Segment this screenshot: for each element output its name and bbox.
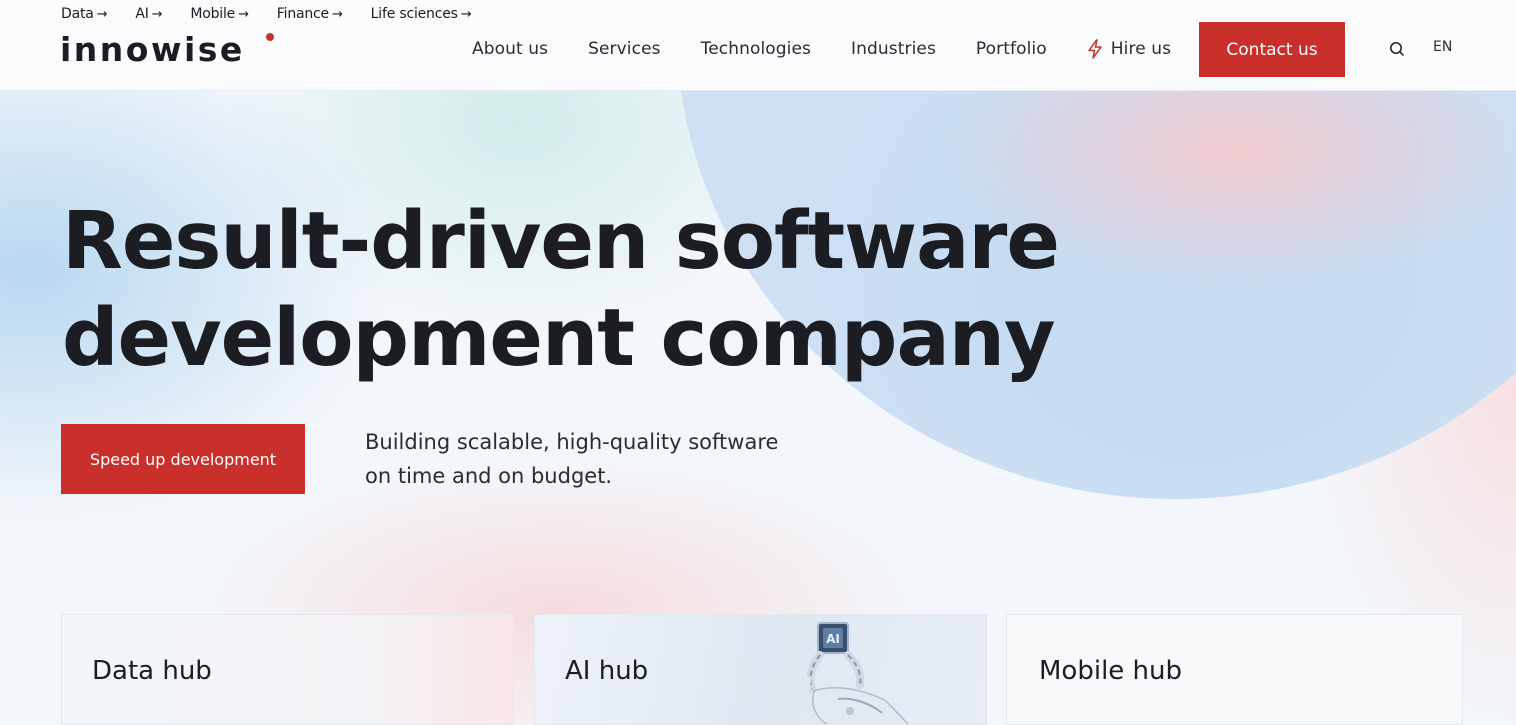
nav-industries[interactable]: Industries [851, 39, 936, 59]
arrow-right-icon: → [96, 6, 108, 22]
quick-link-label: Life sciences [370, 6, 458, 22]
quick-link-label: AI [135, 6, 149, 22]
nav-about-us[interactable]: About us [472, 39, 548, 59]
hero-subtitle: Building scalable, high-quality software… [365, 425, 835, 493]
quick-links: Data → AI → Mobile → Finance → Life scie… [61, 5, 499, 23]
mobile-hub-card[interactable]: Mobile hub [1006, 614, 1463, 725]
arrow-right-icon: → [238, 6, 249, 22]
speed-up-development-button[interactable]: Speed up development [61, 424, 305, 494]
arrow-right-icon: → [331, 6, 343, 22]
ai-hub-card[interactable]: AI hub AI [534, 614, 987, 725]
arrow-right-icon: → [151, 6, 163, 22]
nav-services[interactable]: Services [588, 39, 661, 59]
card-title: AI hub [565, 656, 649, 686]
search-icon [1390, 42, 1404, 56]
lightning-icon [1088, 39, 1102, 59]
hero-subtitle-line2: on time and on budget. [365, 464, 613, 488]
main-nav: About us Services Technologies Industrie… [472, 37, 1211, 61]
robot-hand-image: AI [799, 622, 910, 724]
nav-portfolio[interactable]: Portfolio [976, 39, 1047, 59]
quick-link-data[interactable]: Data → [61, 5, 108, 23]
quick-link-label: Data [61, 6, 94, 22]
language-switcher[interactable]: EN [1433, 39, 1452, 55]
site-header: Data → AI → Mobile → Finance → Life scie… [0, 0, 1516, 91]
card-title: Mobile hub [1039, 656, 1183, 686]
quick-link-label: Finance [276, 6, 329, 22]
hero-title: Result-driven software development compa… [62, 193, 1062, 387]
nav-technologies[interactable]: Technologies [701, 39, 811, 59]
quick-link-finance[interactable]: Finance → [277, 5, 343, 23]
quick-link-label: Mobile [190, 6, 236, 22]
data-hub-card[interactable]: Data hub [61, 614, 514, 725]
arrow-right-icon: → [460, 6, 472, 22]
nav-hire-us[interactable]: Hire us [1087, 39, 1171, 59]
hero-section: Result-driven software development compa… [0, 91, 1516, 725]
quick-link-ai[interactable]: AI → [135, 5, 162, 23]
quick-link-life-sciences[interactable]: Life sciences → [371, 5, 472, 23]
logo-dot [266, 33, 274, 41]
search-button[interactable] [1386, 38, 1408, 60]
quick-link-mobile[interactable]: Mobile → [190, 5, 249, 23]
hero-title-line1: Result-driven software [62, 195, 1060, 287]
ai-chip-label: AI [826, 632, 840, 646]
contact-us-button[interactable]: Contact us [1199, 22, 1345, 77]
nav-hire-label: Hire us [1110, 39, 1172, 59]
card-title: Data hub [92, 656, 212, 686]
hero-subtitle-line1: Building scalable, high-quality software [365, 430, 779, 454]
logo[interactable]: innowise [60, 30, 245, 70]
hero-title-line2: development company [62, 292, 1056, 384]
